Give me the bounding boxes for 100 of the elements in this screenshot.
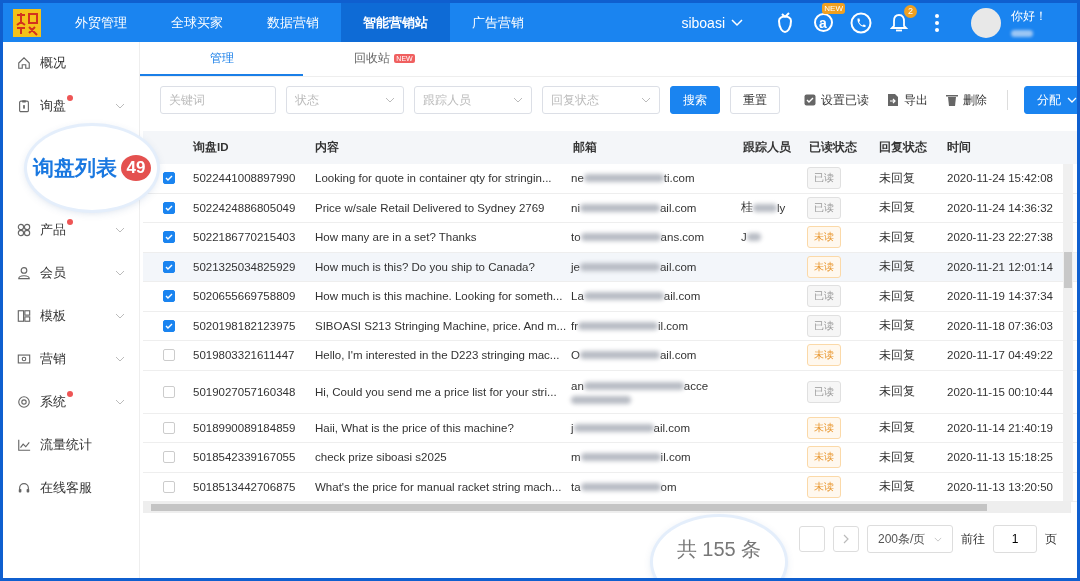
sidebar-item[interactable]: 营销 (17, 345, 109, 373)
content-cell-text: SIBOASI S213 Stringing Machine, price. And m... (314, 319, 568, 332)
blurred-text (746, 233, 761, 242)
chevron-icon[interactable] (115, 356, 125, 362)
read-status-tag: 已读 (807, 285, 841, 308)
email-text: an (571, 379, 584, 392)
inquiry-id: 5018990089184859 (192, 421, 297, 434)
time-cell-text: 2020-11-17 04:49:22 (946, 349, 1054, 362)
nav-tab[interactable]: 智能营销站 (341, 3, 450, 42)
layout-icon (17, 309, 31, 323)
row-checkbox[interactable] (163, 290, 175, 303)
horizontal-scrollbar[interactable] (143, 502, 1071, 513)
assign-button[interactable]: 分配 (1024, 86, 1077, 114)
tracker-text: J (741, 231, 747, 244)
read-status-tag: 未读 (807, 344, 841, 367)
tab[interactable]: 管理 (140, 42, 303, 76)
inquiry-id: 5020655669758809 (192, 290, 297, 303)
row-checkbox[interactable] (163, 421, 175, 434)
sidebar-item[interactable]: 询盘 (17, 92, 109, 120)
prev-page-button[interactable] (799, 526, 825, 552)
email-text: il.com (658, 319, 689, 332)
reply-status: 未回复 (878, 288, 916, 304)
chevron-icon (641, 97, 651, 103)
chevron-icon[interactable] (115, 103, 125, 109)
phone-icon[interactable] (850, 11, 872, 34)
caret-icon[interactable] (731, 18, 743, 27)
time-cell-text: 2020-11-14 21:40:19 (946, 421, 1054, 434)
column-header: 邮箱 (572, 140, 598, 155)
sidebar-item[interactable]: 系统 (17, 388, 109, 416)
reset-button[interactable]: 重置 (730, 86, 780, 114)
column-header: 回复状态 (878, 140, 928, 155)
inquiry-id: 5022424886805049 (192, 201, 297, 214)
nav-tab[interactable]: 外贸管理 (53, 3, 149, 42)
sidebar-item[interactable]: 在线客服 (17, 474, 109, 502)
time-cell-text: 2020-11-13 13:20:50 (946, 480, 1054, 493)
row-checkbox[interactable] (163, 172, 175, 185)
read-status-tag: 已读 (807, 196, 841, 219)
inquiry-id: 5022186770215403 (192, 231, 297, 244)
toolbar-action[interactable]: 设置已读 (800, 91, 873, 109)
user-icon (17, 266, 31, 280)
read-status-tag: 未读 (807, 226, 841, 249)
column-header: 询盘ID (192, 140, 230, 155)
vertical-scrollbar[interactable] (1063, 164, 1073, 501)
page-unit-label: 页 (1045, 530, 1057, 548)
row-checkbox[interactable] (163, 260, 175, 273)
nav-tab[interactable]: 数据营销 (245, 3, 341, 42)
column-header: 内容 (314, 140, 340, 155)
chevron-icon[interactable] (115, 313, 125, 319)
row-checkbox[interactable] (163, 480, 175, 493)
next-page-button[interactable] (833, 526, 859, 552)
keyword-field[interactable]: 关键词 (160, 86, 276, 114)
row-checkbox[interactable] (163, 349, 175, 362)
email-text: ans.com (660, 231, 705, 244)
chevron-icon[interactable] (115, 399, 125, 405)
content-cell-text: Looking for quote in container qty for stringin... (314, 172, 553, 185)
email-text: je (571, 260, 580, 273)
logo-icon[interactable] (13, 8, 41, 37)
clipboard-icon (17, 99, 31, 113)
reply-status: 未回复 (878, 170, 916, 186)
email-text: ail.com (659, 201, 697, 214)
row-checkbox[interactable] (163, 385, 175, 398)
sidebar-item[interactable]: 流量统计 (17, 431, 109, 459)
column-header: 跟踪人员 (742, 140, 792, 155)
caret-icon (1067, 97, 1077, 103)
sidebar-item[interactable]: 会员 (17, 259, 109, 287)
nav-tab[interactable]: 广告营销 (450, 3, 546, 42)
new-badge: NEW (822, 2, 845, 14)
reply-status: 未回复 (878, 479, 916, 495)
row-checkbox[interactable] (163, 231, 175, 244)
toolbar-action[interactable]: 删除 (942, 91, 991, 109)
email-text: La (571, 290, 584, 303)
target-icon (17, 395, 31, 409)
toolbar-action[interactable]: 导出 (883, 91, 932, 109)
read-status-tag: 已读 (807, 380, 841, 403)
chevron-icon[interactable] (115, 227, 125, 233)
search-button[interactable]: 搜索 (670, 86, 720, 114)
nav-tab[interactable]: 全球买家 (149, 3, 245, 42)
chevron-icon[interactable] (115, 270, 125, 276)
greeting-text: 你好！ (1011, 8, 1047, 25)
page-size-select[interactable]: 200条/页 (867, 525, 953, 553)
row-checkbox[interactable] (163, 319, 175, 332)
reply-status: 未回复 (878, 259, 916, 275)
content-cell-text: Hi, Could you send me a price list for your stri... (314, 385, 558, 398)
more-icon[interactable] (935, 13, 939, 32)
sidebar-item[interactable]: 模板 (17, 302, 109, 330)
page-field[interactable]: 1 (993, 525, 1037, 553)
sidebar-item[interactable]: 产品 (17, 216, 109, 244)
email-text: ne (571, 172, 584, 185)
time-cell-text: 2020-11-18 07:36:03 (946, 319, 1054, 332)
row-checkbox[interactable] (163, 201, 175, 214)
chart-icon (17, 438, 31, 452)
row-checkbox[interactable] (163, 451, 175, 464)
bell-icon[interactable] (890, 12, 908, 33)
account-name[interactable]: siboasi (681, 14, 725, 31)
avatar[interactable] (971, 7, 1001, 38)
blurred-text (1011, 30, 1033, 37)
email-text: acce (683, 379, 709, 392)
sidebar-item[interactable]: 概况 (17, 49, 109, 77)
email-text: ti.com (663, 172, 695, 185)
email-text: ail.com (653, 421, 690, 434)
